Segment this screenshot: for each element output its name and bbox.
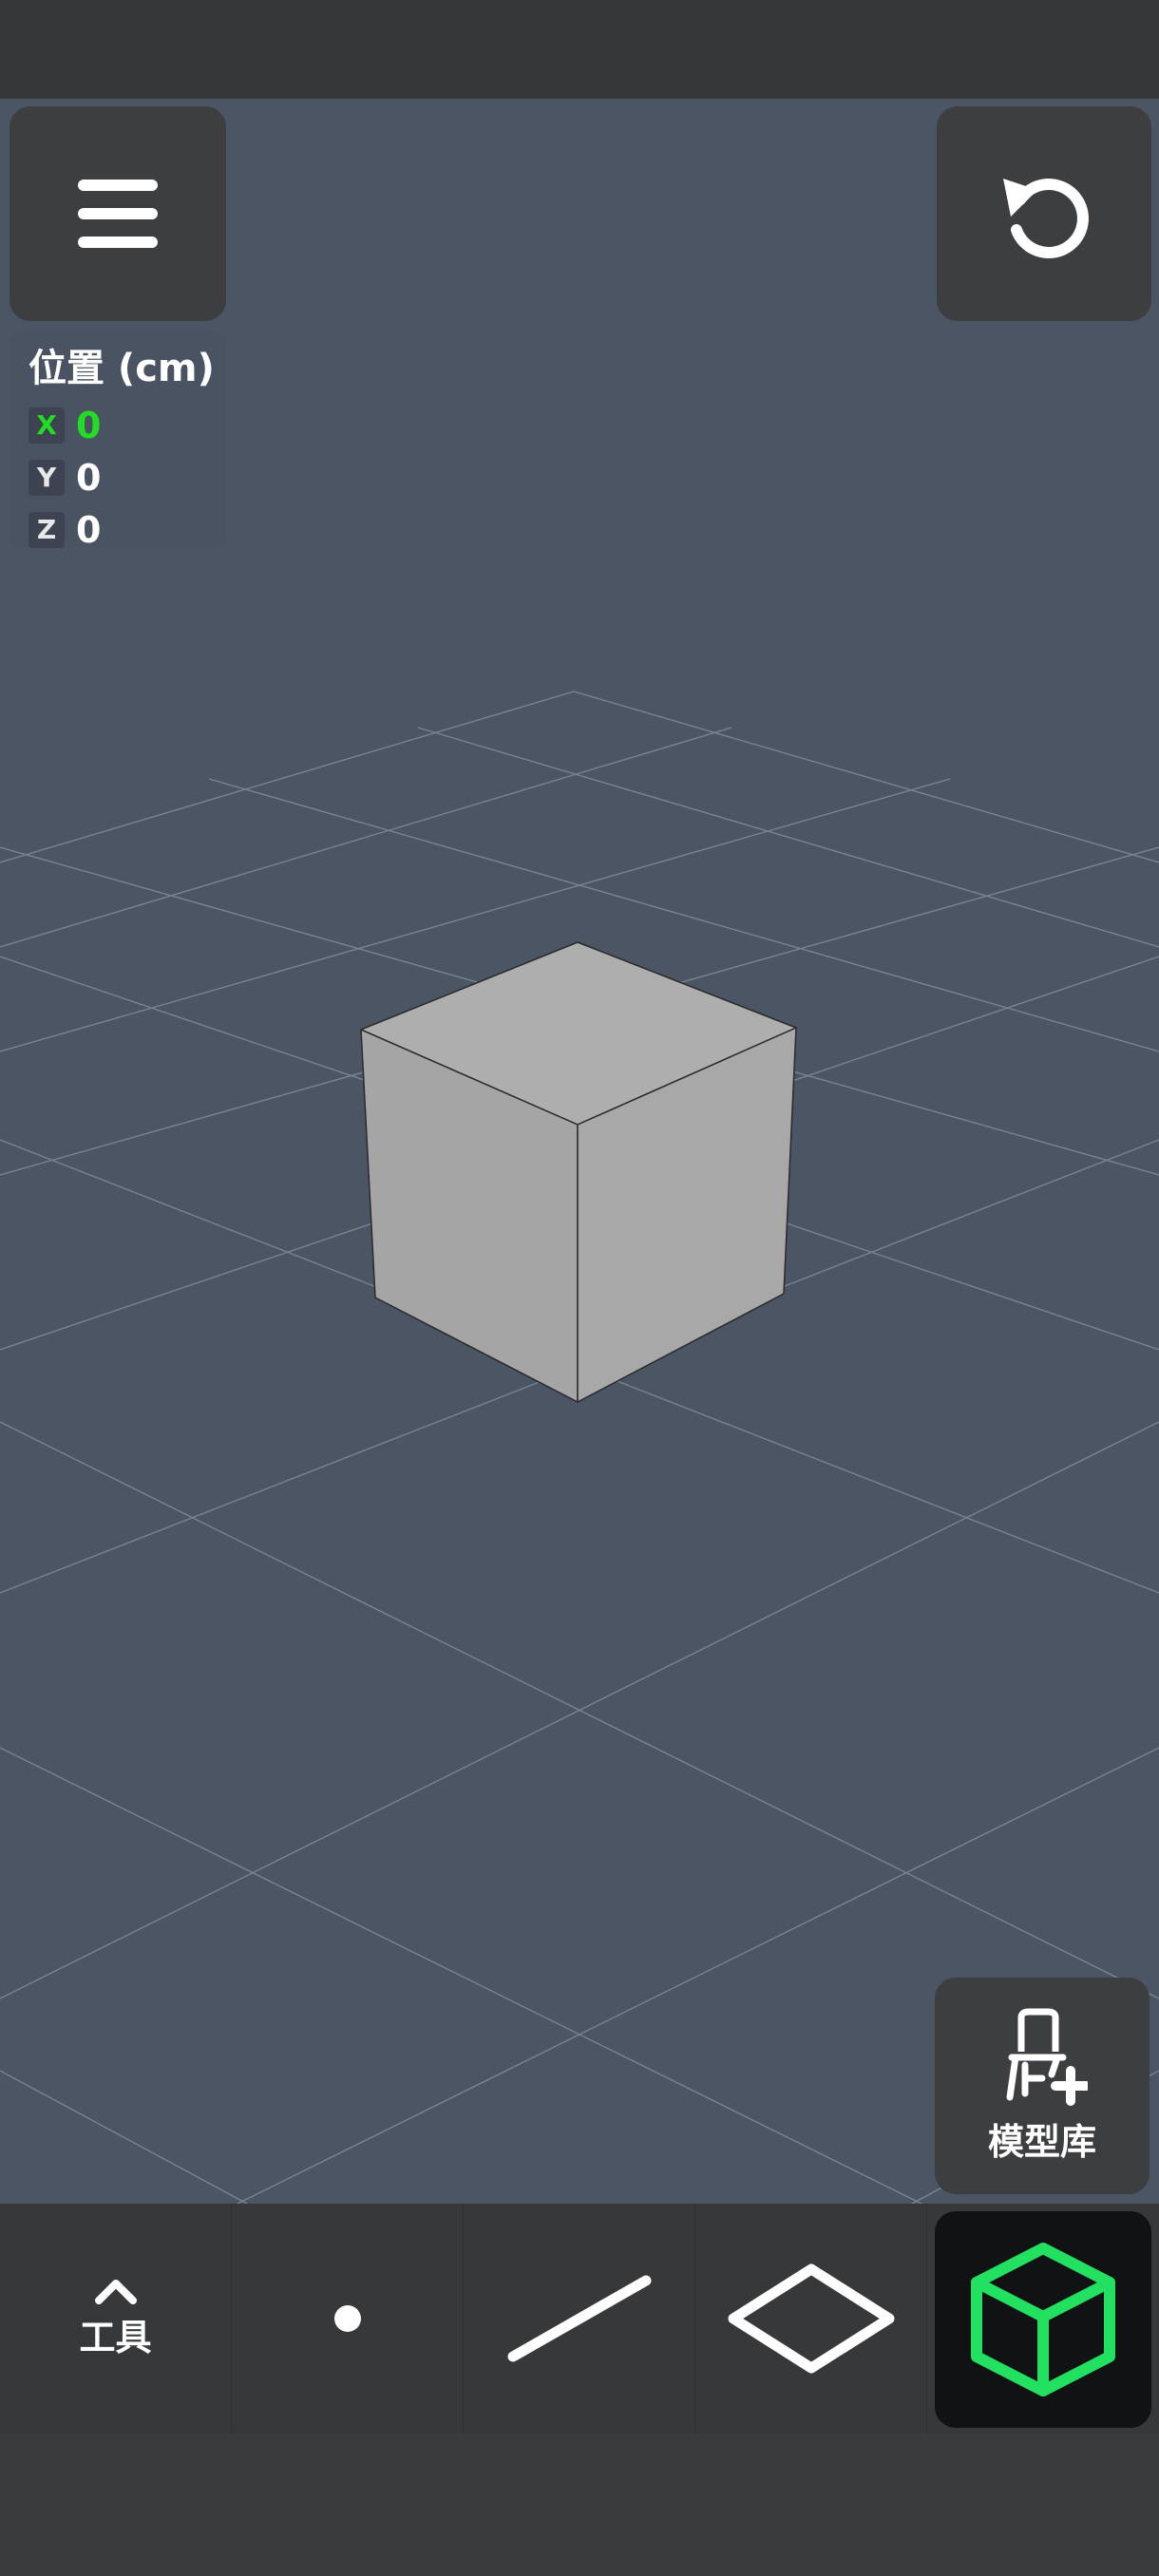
point-icon [333,2305,361,2332]
axis-label-x: X [28,407,65,444]
coord-value-x[interactable]: 0 [76,405,101,446]
point-tool-button[interactable] [232,2204,464,2434]
system-nav-area [0,2434,1159,2576]
cube-icon [971,2243,1115,2396]
bottom-toolbar: 工具 [0,2204,1159,2434]
hamburger-icon [78,180,158,248]
coord-row-x[interactable]: X 0 [28,399,207,451]
position-title: 位置 (cm) [28,347,215,390]
menu-button[interactable] [10,106,226,321]
tools-label: 工具 [79,2316,152,2358]
undo-button[interactable] [937,106,1151,321]
cube-model [360,941,797,1403]
axis-label-z: Z [28,511,65,548]
position-panel: 位置 (cm) X 0 Y 0 Z 0 [10,332,226,551]
undo-icon [1003,179,1089,258]
status-bar [0,0,1159,99]
chair-plus-icon [1006,2008,1088,2106]
chevron-up-icon [94,2279,137,2304]
coord-value-y[interactable]: 0 [76,457,101,499]
tools-toggle-button[interactable]: 工具 [0,2204,232,2434]
coord-row-z[interactable]: Z 0 [28,503,207,556]
model-library-button[interactable]: 模型库 [935,1978,1150,2194]
diamond-icon [728,2263,894,2374]
line-tool-button[interactable] [464,2204,695,2434]
coord-row-y[interactable]: Y 0 [28,451,207,503]
face-tool-button[interactable] [695,2204,927,2434]
solid-tool-button[interactable] [935,2211,1151,2428]
coord-value-z[interactable]: 0 [76,509,101,551]
axis-label-y: Y [28,459,65,496]
line-icon [507,2275,651,2362]
model-library-label: 模型库 [987,2120,1096,2163]
